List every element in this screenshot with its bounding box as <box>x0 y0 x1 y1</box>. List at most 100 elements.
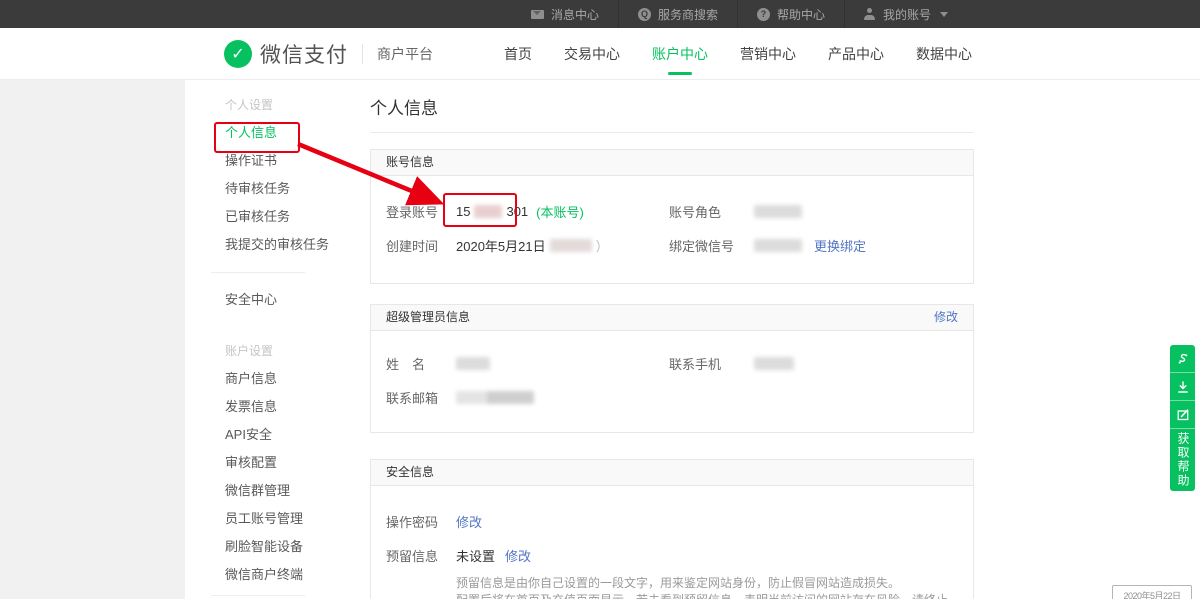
admin-edit-link[interactable]: 修改 <box>934 305 958 330</box>
nav-home[interactable]: 首页 <box>502 38 534 70</box>
account-role-field: 账号角色 <box>669 202 802 221</box>
link-button[interactable] <box>1170 345 1195 373</box>
download-icon <box>1176 380 1190 394</box>
reserved-info-description: 预留信息是由你自己设置的一段文字，用来鉴定网站身份，防止假冒网站造成损失。 配置… <box>456 575 958 599</box>
nav-account-center[interactable]: 账户中心 <box>650 38 710 70</box>
login-account-value: 15 301 (本账号) <box>456 202 584 221</box>
created-date: 2020年5月21日 <box>456 236 546 255</box>
floating-help-rail: 获取帮助 <box>1170 345 1195 491</box>
sidebar-item-personal-info[interactable]: 个人信息 <box>225 119 345 147</box>
sidebar-divider <box>211 595 305 596</box>
wechat-pay-logo-icon: ✓ <box>224 40 252 68</box>
redacted-admin-phone <box>754 357 794 370</box>
get-help-button[interactable]: 获取帮助 <box>1170 429 1195 491</box>
sidebar-item-api-security[interactable]: API安全 <box>225 421 345 449</box>
field-label: 姓 名 <box>386 354 456 373</box>
account-info-panel: 账号信息 登录账号 15 301 (本账号) <box>370 149 974 284</box>
merchant-platform-page: 消息中心 Q 服务商搜索 ? 帮助中心 我的账号 ✓ 微信支付 商户平台 首页 … <box>0 0 1200 599</box>
account-info-panel-header: 账号信息 <box>371 150 973 176</box>
login-suffix: 301 <box>506 204 528 219</box>
main-content: 个人信息 账号信息 登录账号 15 301 ( <box>370 80 974 599</box>
super-admin-panel-header: 超级管理员信息 修改 <box>371 305 973 331</box>
sidebar-item-pending-review-tasks[interactable]: 待审核任务 <box>225 175 345 203</box>
rebind-link[interactable]: 更换绑定 <box>814 236 866 255</box>
redacted-login-middle <box>474 205 502 218</box>
login-prefix: 15 <box>456 204 470 219</box>
primary-nav: 首页 交易中心 账户中心 营销中心 产品中心 数据中心 <box>502 38 974 70</box>
login-account-field: 登录账号 15 301 (本账号) <box>386 202 669 221</box>
security-info-panel: 安全信息 操作密码 修改 预留信息 未设置 修改 预留信息是由你自己设置的一段文… <box>370 459 974 599</box>
operation-password-field: 操作密码 修改 <box>386 512 958 531</box>
created-paren: ） <box>596 236 609 255</box>
topbar-item-help-center[interactable]: ? 帮助中心 <box>737 0 844 28</box>
nav-product-center[interactable]: 产品中心 <box>826 38 886 70</box>
reserved-edit-link[interactable]: 修改 <box>505 546 531 565</box>
sidebar-item-merchant-info[interactable]: 商户信息 <box>225 365 345 393</box>
redacted-created-time <box>550 239 592 252</box>
redacted-account-role <box>754 205 802 218</box>
nav-transaction-center[interactable]: 交易中心 <box>562 38 622 70</box>
sidebar-item-wechat-group-mgmt[interactable]: 微信群管理 <box>225 477 345 505</box>
topbar-item-provider-search[interactable]: Q 服务商搜索 <box>618 0 737 28</box>
password-edit-link[interactable]: 修改 <box>456 512 482 531</box>
topbar-item-label: 服务商搜索 <box>658 6 718 23</box>
topbar-item-message-center[interactable]: 消息中心 <box>512 0 618 28</box>
panel-title: 账号信息 <box>386 150 434 175</box>
reserved-info-field: 预留信息 未设置 修改 <box>386 546 958 565</box>
field-label: 联系手机 <box>669 354 754 373</box>
sidebar-item-face-pay-devices[interactable]: 刷脸智能设备 <box>225 533 345 561</box>
redacted-admin-name <box>456 357 490 370</box>
sidebar: 个人设置 个人信息 操作证书 待审核任务 已审核任务 我提交的审核任务 安全中心… <box>185 80 345 599</box>
feedback-button[interactable] <box>1170 401 1195 429</box>
sidebar-item-staff-account-mgmt[interactable]: 员工账号管理 <box>225 505 345 533</box>
search-circle-icon: Q <box>638 8 651 21</box>
portal-name: 商户平台 <box>377 44 433 64</box>
super-admin-panel: 超级管理员信息 修改 姓 名 联系手机 <box>370 304 974 433</box>
envelope-icon <box>531 10 544 19</box>
topbar-item-label: 帮助中心 <box>777 6 825 23</box>
sidebar-item-invoice-info[interactable]: 发票信息 <box>225 393 345 421</box>
brand: ✓ 微信支付 商户平台 <box>224 39 433 69</box>
question-circle-icon: ? <box>757 8 770 21</box>
topbar-item-my-account[interactable]: 我的账号 <box>844 0 967 28</box>
sidebar-item-wechat-merchant-terminal[interactable]: 微信商户终端 <box>225 561 345 589</box>
sidebar-item-security-center[interactable]: 安全中心 <box>225 286 345 314</box>
sidebar-item-operation-certificate[interactable]: 操作证书 <box>225 147 345 175</box>
topbar: 消息中心 Q 服务商搜索 ? 帮助中心 我的账号 <box>0 0 1200 28</box>
download-button[interactable] <box>1170 373 1195 401</box>
app-header: ✓ 微信支付 商户平台 首页 交易中心 账户中心 营销中心 产品中心 数据中心 <box>0 28 1200 80</box>
sidebar-divider <box>211 272 305 273</box>
user-icon <box>864 8 876 20</box>
panel-title: 安全信息 <box>386 460 434 485</box>
left-gutter <box>0 80 185 599</box>
nav-marketing-center[interactable]: 营销中心 <box>738 38 798 70</box>
description-line: 配置后将在首页及充值页面显示。若未看到预留信息，表明当前访问的网站存在风险，请终… <box>456 592 958 599</box>
feedback-edit-icon <box>1176 408 1190 422</box>
bound-wechat-field: 绑定微信号 更换绑定 <box>669 236 866 255</box>
page-body: 个人设置 个人信息 操作证书 待审核任务 已审核任务 我提交的审核任务 安全中心… <box>0 80 1200 599</box>
field-label: 登录账号 <box>386 202 456 221</box>
reserved-status: 未设置 <box>456 546 495 565</box>
current-account-tag: (本账号) <box>536 202 584 221</box>
title-divider <box>370 132 974 133</box>
sidebar-item-reviewed-tasks[interactable]: 已审核任务 <box>225 203 345 231</box>
field-label: 创建时间 <box>386 236 456 255</box>
brand-divider <box>362 44 363 64</box>
field-row: 登录账号 15 301 (本账号) 账号角色 <box>386 202 958 221</box>
sidebar-item-my-submitted-tasks[interactable]: 我提交的审核任务 <box>225 231 345 259</box>
brand-name: 微信支付 <box>260 39 348 69</box>
field-label: 预留信息 <box>386 546 456 565</box>
get-help-label: 获取帮助 <box>1170 432 1195 488</box>
nav-data-center[interactable]: 数据中心 <box>914 38 974 70</box>
panel-title: 超级管理员信息 <box>386 305 470 330</box>
sidebar-item-review-config[interactable]: 审核配置 <box>225 449 345 477</box>
created-time-value: 2020年5月21日 ） <box>456 236 609 255</box>
topbar-item-label: 消息中心 <box>551 6 599 23</box>
field-label: 账号角色 <box>669 202 754 221</box>
redacted-admin-email <box>456 391 534 404</box>
sidebar-header-account-settings: 账户设置 <box>225 337 345 365</box>
sidebar-header-personal-settings: 个人设置 <box>225 91 345 119</box>
date-badge: 2020年5月22日 <box>1112 585 1192 599</box>
field-label: 联系邮箱 <box>386 388 456 407</box>
security-info-panel-header: 安全信息 <box>371 460 973 486</box>
